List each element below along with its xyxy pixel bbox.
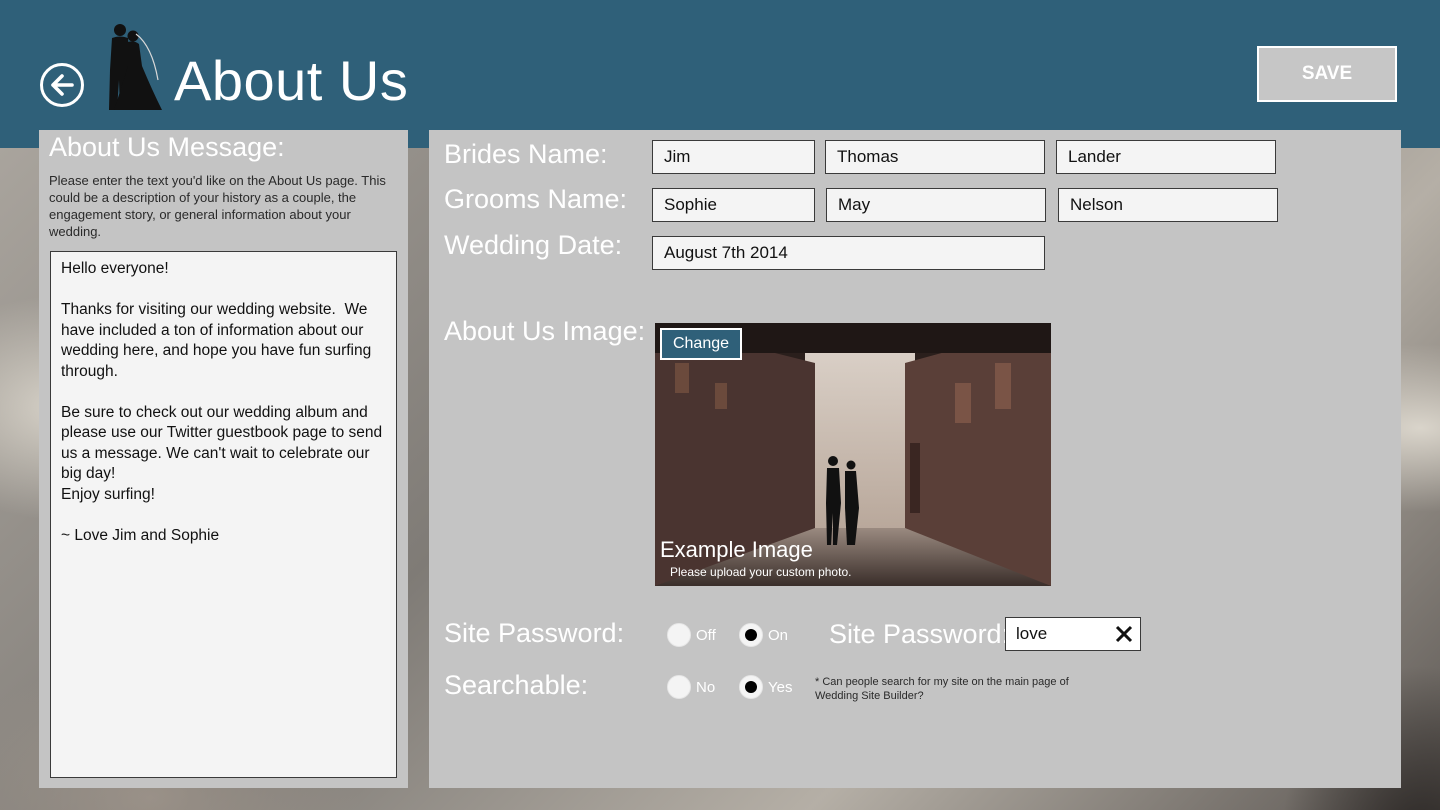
wedding-date-input[interactable]: August 7th 2014 xyxy=(652,236,1045,270)
about-message-textarea[interactable]: Hello everyone! Thanks for visiting our … xyxy=(50,251,397,778)
searchable-yes-radio[interactable]: Yes xyxy=(739,675,792,699)
about-message-description: Please enter the text you'd like on the … xyxy=(49,173,386,239)
grooms-name-label: Grooms Name: xyxy=(444,184,628,214)
searchable-note: * Can people search for my site on the m… xyxy=(815,676,1069,702)
app-header: About Us SAVE xyxy=(0,0,1440,148)
radio-circle xyxy=(739,675,763,699)
wedding-date-label: Wedding Date: xyxy=(444,230,623,260)
radio-label-yes: Yes xyxy=(768,678,793,696)
radio-label-off: Off xyxy=(696,626,716,644)
about-message-panel: About Us Message: Please enter the text … xyxy=(39,130,408,788)
radio-circle xyxy=(739,623,763,647)
brides-first-name-input[interactable]: Jim xyxy=(652,140,815,174)
about-us-image: Change Example Image Please upload your … xyxy=(655,323,1051,586)
radio-selected-dot xyxy=(745,681,757,693)
grooms-middle-name-input[interactable]: May xyxy=(826,188,1046,222)
password-off-radio[interactable]: Off xyxy=(667,623,716,647)
site-password-input[interactable]: love xyxy=(1005,617,1141,651)
radio-label-no: No xyxy=(696,678,716,696)
change-image-button[interactable]: Change xyxy=(660,328,742,360)
back-arrow-icon xyxy=(51,74,74,96)
image-subcaption: Please upload your custom photo. xyxy=(670,565,852,579)
radio-circle xyxy=(667,623,691,647)
about-message-title: About Us Message: xyxy=(49,132,285,162)
bride-groom-silhouette-icon xyxy=(109,24,162,110)
searchable-no-radio[interactable]: No xyxy=(667,675,715,699)
radio-label-on: On xyxy=(768,626,789,644)
page-title: About Us xyxy=(174,49,409,112)
grooms-first-name-input[interactable]: Sophie xyxy=(652,188,815,222)
brides-name-label: Brides Name: xyxy=(444,139,608,169)
clear-icon[interactable] xyxy=(1114,624,1134,644)
details-panel: Brides Name: Jim Thomas Lander Grooms Na… xyxy=(429,130,1401,788)
brides-last-name-input[interactable]: Lander xyxy=(1056,140,1276,174)
brides-middle-name-input[interactable]: Thomas xyxy=(825,140,1045,174)
about-us-image-label: About Us Image: xyxy=(444,316,646,346)
save-button[interactable]: SAVE xyxy=(1257,46,1397,102)
radio-circle xyxy=(667,675,691,699)
image-caption: Example Image xyxy=(660,537,813,562)
radio-selected-dot xyxy=(745,629,757,641)
site-password-label: Site Password: xyxy=(444,618,625,648)
password-on-radio[interactable]: On xyxy=(739,623,788,647)
grooms-last-name-input[interactable]: Nelson xyxy=(1058,188,1278,222)
back-button[interactable] xyxy=(40,63,84,107)
site-password-value: love xyxy=(1016,624,1048,643)
searchable-label: Searchable: xyxy=(444,670,589,700)
site-password-field-label: Site Password: xyxy=(829,619,1010,649)
